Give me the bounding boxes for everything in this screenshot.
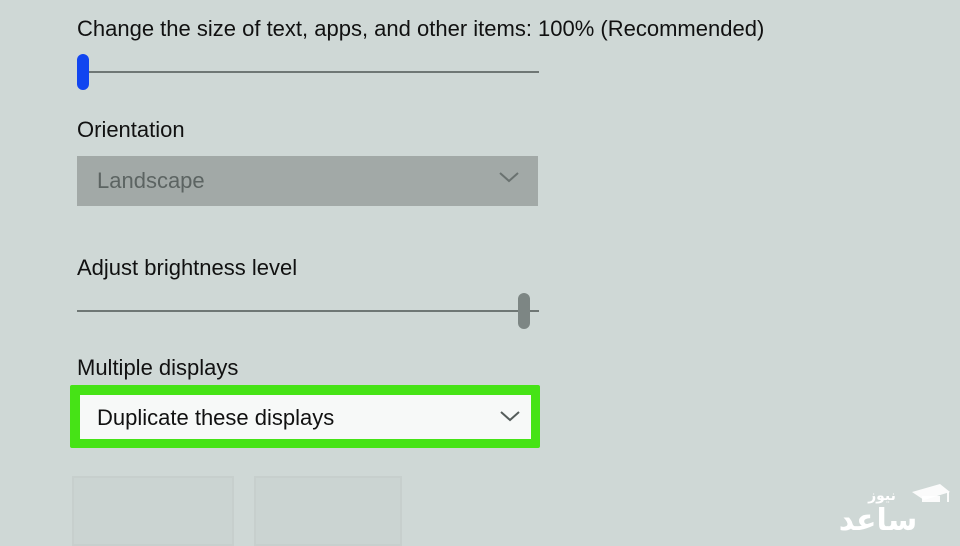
scale-label: Change the size of text, apps, and other… (77, 16, 765, 41)
multiple-displays-dropdown[interactable]: Duplicate these displays (80, 395, 531, 439)
chevron-down-icon (499, 172, 519, 183)
multiple-displays-label: Multiple displays (77, 355, 239, 380)
slider-fill (77, 310, 530, 312)
watermark-text-main: ساعد (839, 503, 918, 534)
watermark-logo: نیوز ساعد (839, 484, 950, 534)
brightness-label: Adjust brightness level (77, 255, 298, 280)
chevron-down-icon (500, 411, 520, 422)
orientation-label: Orientation (77, 117, 185, 142)
graduation-cap-icon (912, 484, 950, 502)
slider-thumb[interactable] (77, 54, 89, 90)
watermark-text-top: نیوز (867, 488, 896, 504)
brightness-slider[interactable] (77, 291, 539, 331)
faded-button[interactable] (254, 476, 402, 546)
orientation-value: Landscape (97, 168, 205, 193)
multiple-displays-value: Duplicate these displays (97, 405, 335, 430)
faded-button[interactable] (72, 476, 234, 546)
scale-slider[interactable] (77, 52, 539, 92)
slider-track (77, 71, 539, 73)
slider-thumb[interactable] (518, 293, 530, 329)
orientation-dropdown[interactable]: Landscape (77, 156, 538, 206)
